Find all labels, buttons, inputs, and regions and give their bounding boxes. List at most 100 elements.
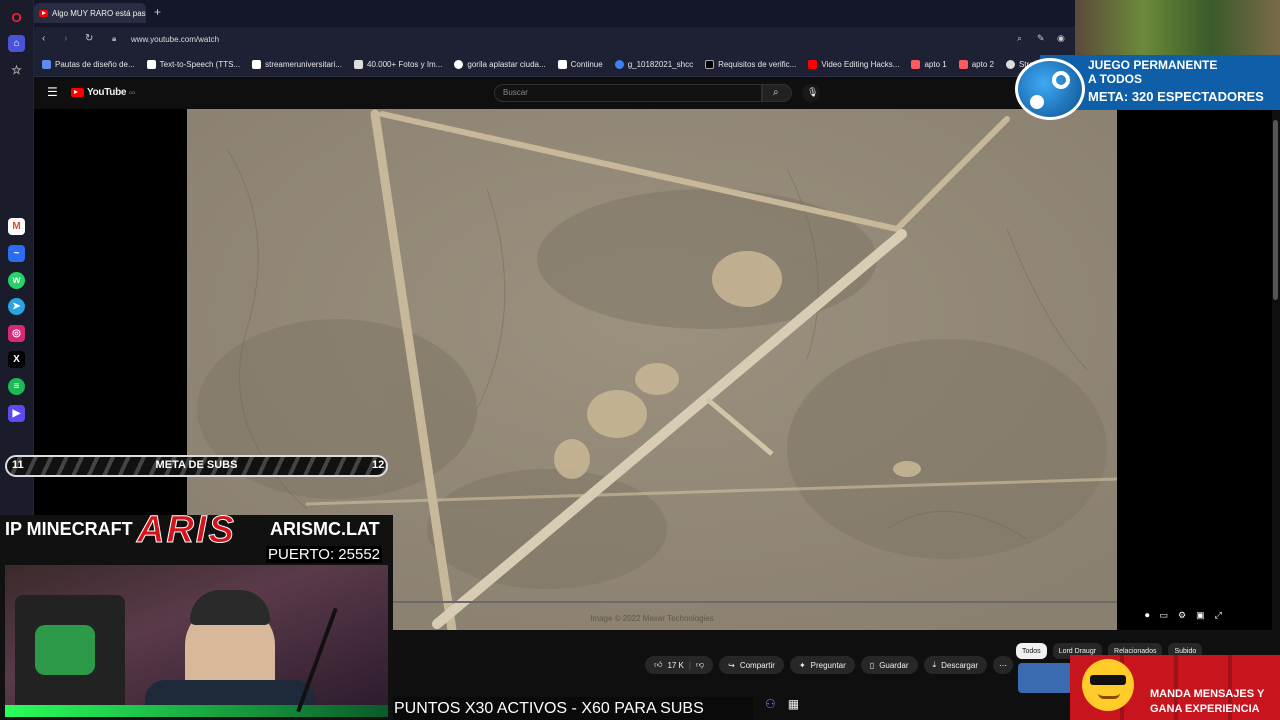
subs-end: 12	[372, 459, 385, 471]
bookmark-item[interactable]: Requisitos de verific...	[705, 60, 796, 69]
steam-goal: META: 320 ESPECTADORES	[1088, 89, 1264, 104]
search-input[interactable]: Buscar	[494, 84, 762, 102]
youtube-favicon-icon	[39, 9, 48, 17]
ask-button[interactable]: ✦ Preguntar	[789, 656, 855, 674]
subtitles-icon[interactable]: ▭	[1160, 610, 1169, 624]
autoplay-toggle-icon[interactable]: ⏺	[1145, 610, 1150, 624]
video-actions: 👍︎ 17 K | 👎︎ ↪ Compartir ✦ Preguntar ▯ G…	[393, 655, 1013, 675]
x-twitter-icon	[705, 60, 715, 69]
search-button[interactable]: ⌕	[762, 84, 792, 102]
bookmark-item[interactable]: Continue	[557, 60, 603, 69]
search-icon: ⌕	[773, 87, 779, 98]
promo-banner: MANDA MENSAJES Y GANA EXPERIENCIA	[1070, 655, 1280, 720]
reload-icon[interactable]: ↻	[85, 33, 93, 44]
bookmark-icon	[557, 60, 567, 69]
ticker-text: PUNTOS X30 ACTIVOS - X60 PARA SUBS	[393, 697, 753, 720]
search-page-icon[interactable]: ⌕	[1017, 33, 1022, 44]
bookmark-icon	[1005, 60, 1015, 69]
tab-youtube[interactable]: Algo MUY RARO está pas	[34, 3, 146, 23]
subs-goal-bar: 11 META DE SUBS 12	[5, 455, 388, 477]
map-credit: Image © 2022 Maxar Technologies	[590, 614, 714, 623]
bookmark-icon	[614, 60, 624, 69]
recommended-thumbnail[interactable]	[1018, 663, 1073, 693]
new-tab-icon[interactable]: +	[154, 5, 161, 19]
emoji-sunglasses-icon	[1082, 659, 1134, 711]
telegram-icon[interactable]: ➤	[8, 298, 25, 315]
settings-gear-icon[interactable]: ⚙	[1178, 610, 1186, 624]
bookmark-icon	[252, 60, 262, 69]
edit-icon[interactable]: ✎	[1037, 33, 1045, 44]
teams-icon[interactable]: ⚇	[765, 697, 776, 715]
webcam-panel: IP MINECRAFT ARIS ARISMC.LAT PUERTO: 255…	[0, 509, 393, 720]
menu-icon[interactable]: ☰	[47, 85, 58, 99]
share-icon: ↪	[728, 660, 735, 670]
youtube-logo[interactable]: YouTube CO	[71, 87, 135, 98]
thumbs-down-icon: 👎︎	[695, 660, 705, 669]
promo-line1: MANDA MENSAJES Y	[1150, 688, 1265, 700]
tab-title: Algo MUY RARO está pas	[52, 8, 146, 18]
bookmark-item[interactable]: gorila aplastar ciuda...	[454, 60, 546, 69]
bookmark-item[interactable]: apto 1	[911, 60, 947, 69]
download-icon: ⤓	[932, 660, 937, 669]
airbnb-icon	[958, 60, 968, 69]
airbnb-icon	[911, 60, 921, 69]
thumbs-up-icon: 👍︎	[654, 660, 663, 669]
taskbar-icons: ⚇ ▦	[765, 697, 805, 715]
bookmark-icon	[354, 60, 364, 69]
progress-bar[interactable]	[393, 601, 1117, 603]
player-controls: ⏺ ▭ ⚙ ▣ ⤢	[1145, 610, 1263, 624]
server-address: ARISMC.LAT	[270, 519, 380, 539]
x-twitter-icon[interactable]: X	[8, 351, 25, 368]
game-art-banner	[1075, 0, 1280, 55]
bookmark-icon	[146, 60, 156, 69]
instagram-icon[interactable]: ◎	[8, 325, 25, 342]
gmail-icon[interactable]: M	[8, 218, 25, 235]
home-icon[interactable]: ⌂	[8, 35, 25, 52]
server-port: PUERTO: 25552	[266, 546, 383, 563]
messenger-icon[interactable]: ~	[8, 245, 25, 262]
promo-line2: GANA EXPERIENCIA	[1150, 703, 1260, 715]
steam-line2: A TODOS	[1088, 72, 1143, 86]
store-icon[interactable]: ▦	[788, 697, 799, 715]
back-icon[interactable]: ‹	[42, 33, 45, 44]
subs-label: META DE SUBS	[155, 459, 238, 471]
forward-icon[interactable]: ›	[64, 33, 67, 44]
chip-todos[interactable]: Todos	[1016, 643, 1047, 659]
steam-line1: JUEGO PERMANENTE	[1088, 58, 1218, 72]
star-icon[interactable]: ☆	[8, 61, 25, 78]
mic-icon: 🎙︎	[807, 87, 819, 97]
bookmark-icon: ▯	[869, 660, 875, 670]
url-text[interactable]: www.youtube.com/watch	[131, 35, 219, 44]
lock-icon: 🔒︎	[112, 34, 117, 43]
bookmark-item[interactable]: Text-to-Speech (TTS...	[146, 60, 240, 69]
steam-logo-icon	[1015, 58, 1085, 120]
google-icon	[454, 60, 464, 69]
save-button[interactable]: ▯ Guardar	[860, 656, 918, 674]
fullscreen-icon[interactable]: ⤢	[1215, 610, 1222, 624]
download-button[interactable]: ⤓ Descargar	[923, 656, 987, 674]
ip-label: IP MINECRAFT	[5, 519, 133, 539]
bookmark-item[interactable]: Video Editing Hacks...	[808, 60, 899, 69]
player-icon[interactable]: ▶	[8, 405, 25, 422]
whatsapp-icon[interactable]: w	[8, 272, 25, 289]
webcam-feed	[5, 565, 388, 717]
bookmark-item[interactable]: 40.000+ Fotos y Im...	[354, 60, 442, 69]
bookmark-item[interactable]: g_10182021_shcc	[614, 60, 693, 69]
more-button[interactable]: ⋯	[993, 656, 1013, 674]
youtube-favicon-icon	[808, 60, 818, 69]
bookmark-item[interactable]: apto 2	[958, 60, 994, 69]
spotify-icon[interactable]: ≡	[8, 378, 25, 395]
sparkle-icon: ✦	[798, 660, 806, 670]
share-button[interactable]: ↪ Compartir	[719, 656, 784, 674]
like-button[interactable]: 👍︎ 17 K | 👎︎	[645, 656, 714, 674]
more-icon: ⋯	[999, 660, 1007, 670]
camera-icon[interactable]: ◉	[1057, 33, 1065, 44]
voice-search-button[interactable]: 🎙︎	[802, 84, 820, 102]
scrollbar-thumb[interactable]	[1273, 120, 1278, 300]
bookmark-item[interactable]: Pautas de diseño de...	[42, 60, 135, 69]
youtube-logo-icon	[71, 88, 84, 97]
aris-brand: ARIS	[137, 509, 236, 552]
miniplayer-icon[interactable]: ▣	[1196, 610, 1205, 624]
bookmark-item[interactable]: streameruniversitari...	[252, 60, 342, 69]
opera-logo-icon[interactable]: O	[8, 9, 25, 26]
